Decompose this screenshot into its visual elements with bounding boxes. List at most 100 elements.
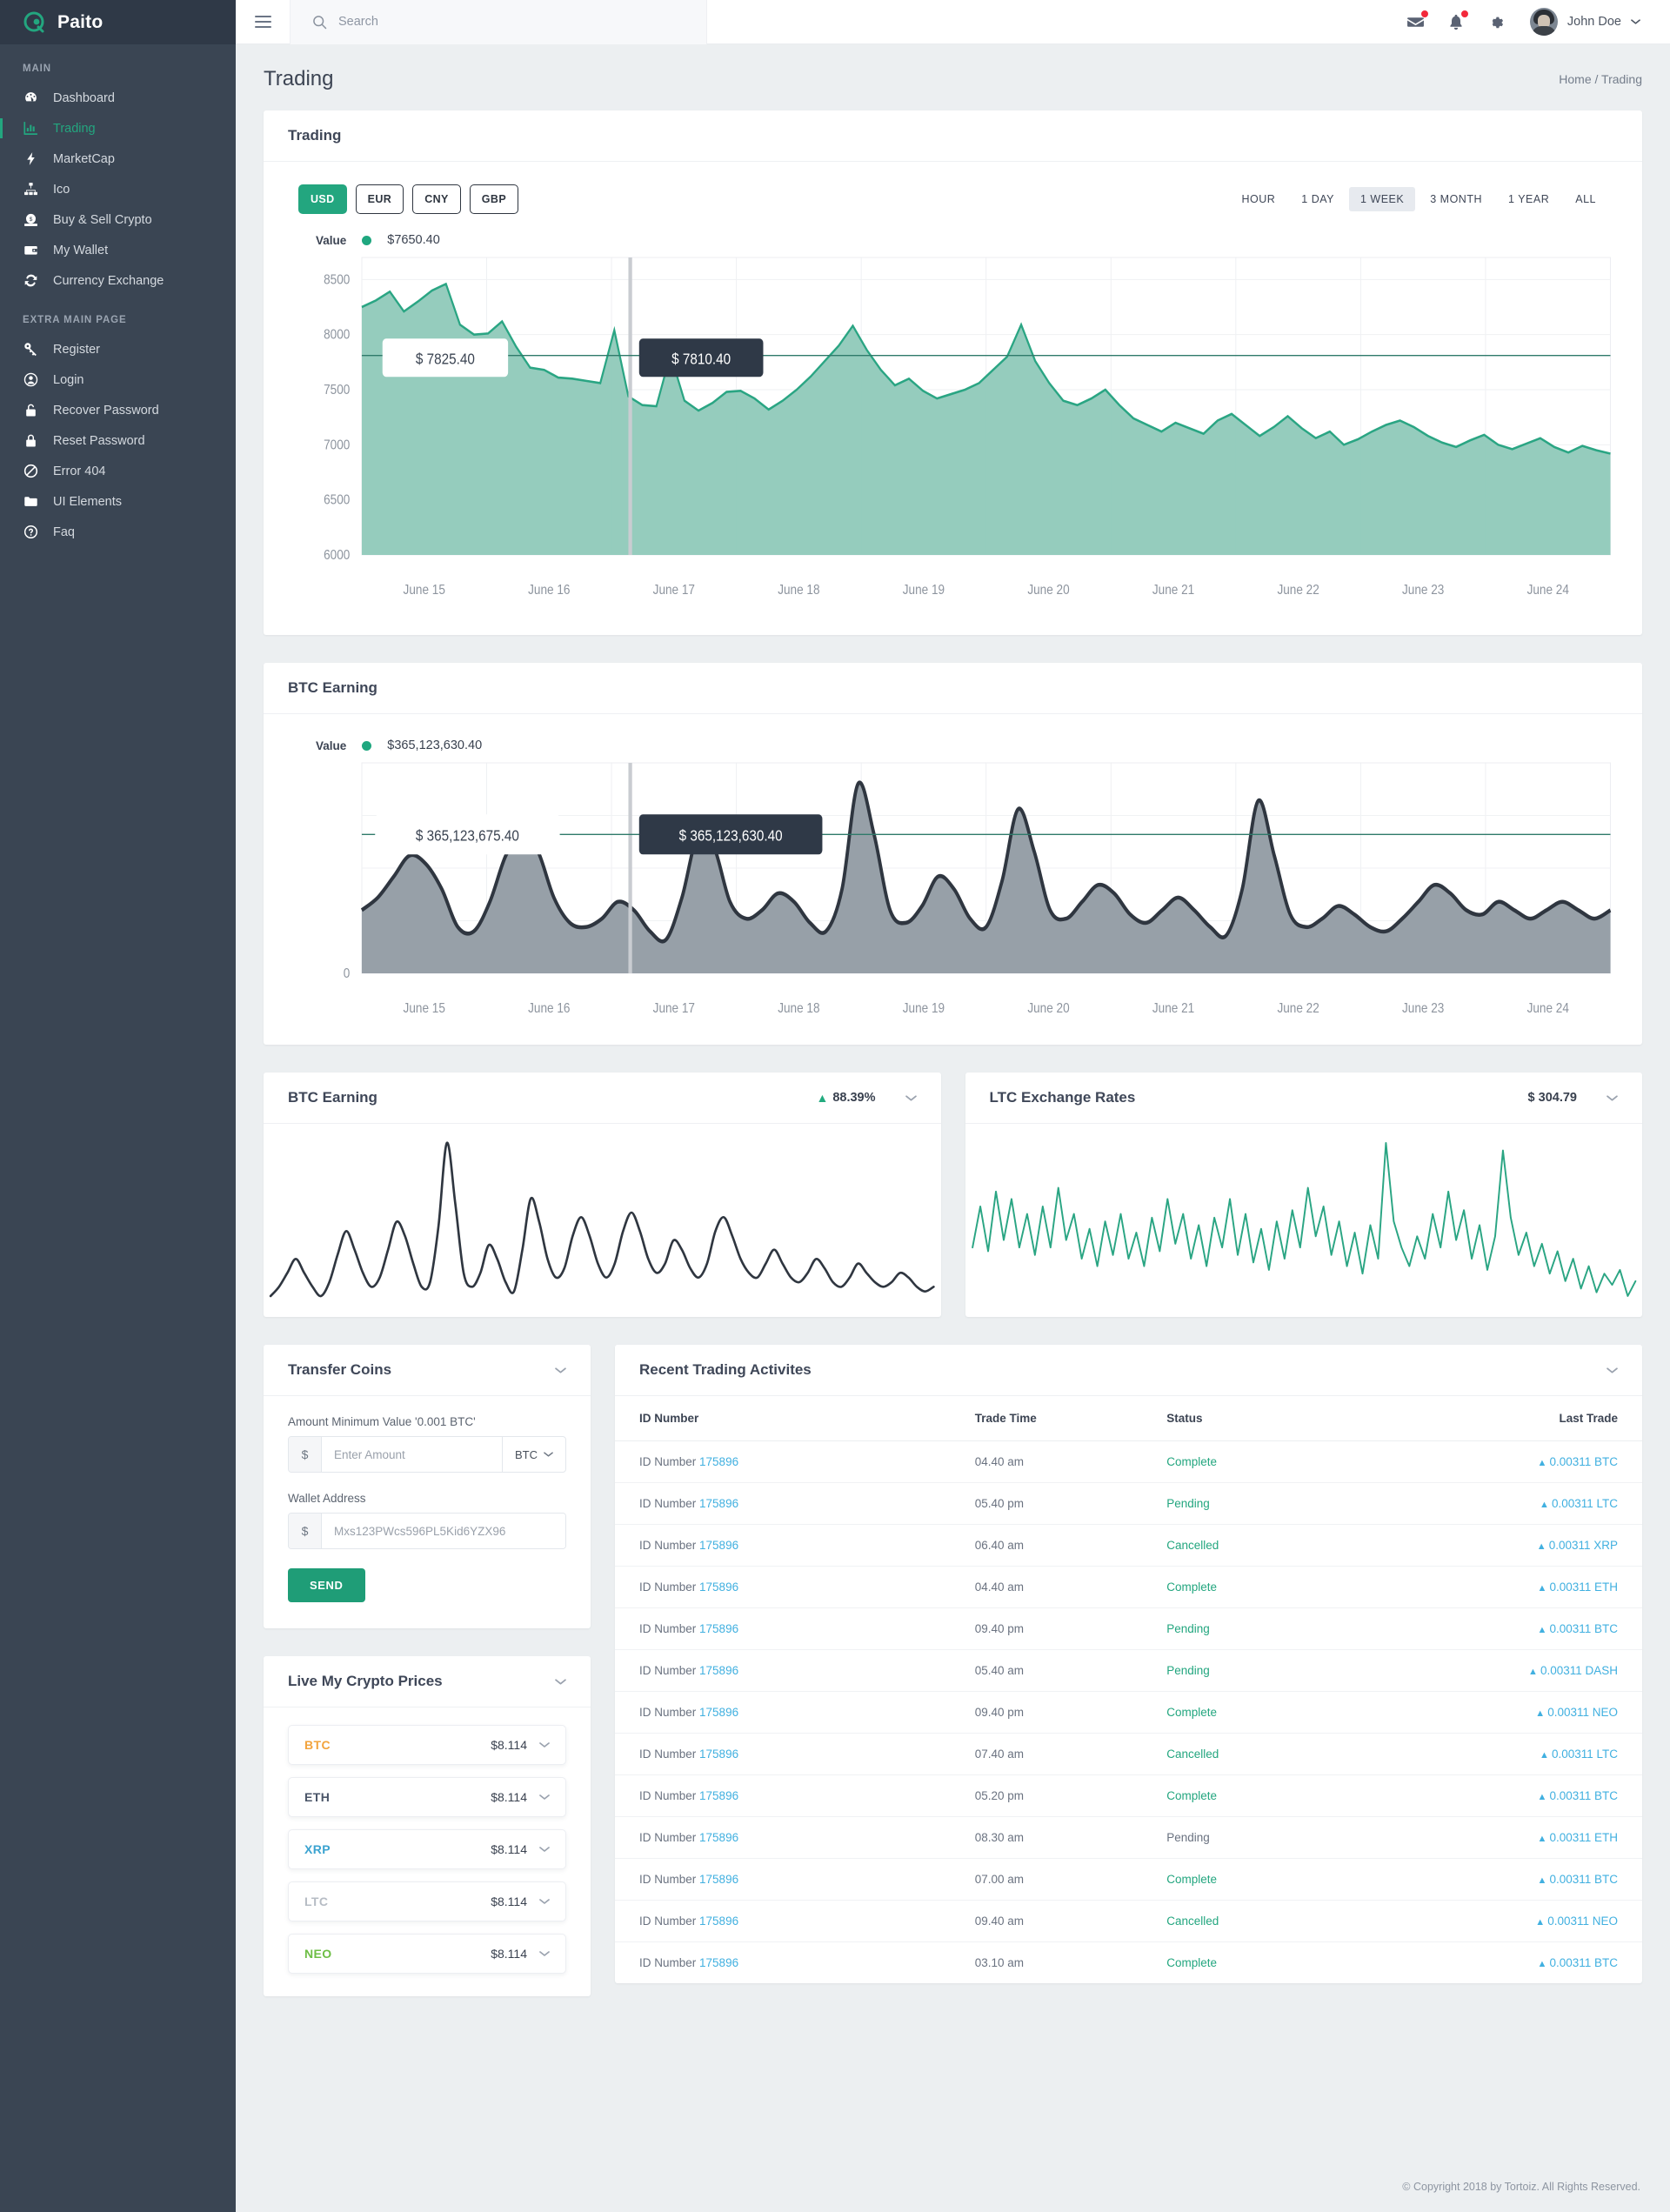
id-link[interactable]: 175896 (699, 1831, 738, 1844)
bell-icon[interactable] (1447, 9, 1469, 31)
currency-cny-button[interactable]: CNY (412, 184, 461, 214)
sidebar-item-trading[interactable]: Trading (0, 113, 236, 144)
table-row[interactable]: ID Number 175896 09.40 pm Pending ▲ 0.00311 … (615, 1607, 1642, 1650)
mail-icon[interactable] (1406, 9, 1429, 31)
currency-eur-button[interactable]: EUR (355, 184, 404, 214)
sidebar-item-marketcap[interactable]: MarketCap (0, 144, 236, 174)
range-3month-button[interactable]: 3 MONTH (1419, 187, 1493, 211)
table-row[interactable]: ID Number 175896 05.40 pm Pending ▲ 0.00311 … (615, 1482, 1642, 1525)
table-row[interactable]: ID Number 175896 08.30 am Pending ▲ 0.00311 … (615, 1816, 1642, 1859)
id-link[interactable]: 175896 (699, 1664, 738, 1677)
sidebar-item-error-404[interactable]: Error 404 (0, 456, 236, 486)
table-row[interactable]: ID Number 175896 09.40 pm Complete ▲ 0.00311… (615, 1691, 1642, 1734)
search-input[interactable] (338, 15, 625, 29)
sidebar-item-dashboard[interactable]: Dashboard (0, 83, 236, 113)
chevron-down-icon[interactable] (1607, 1367, 1618, 1374)
caret-up-icon: ▲ (1537, 1458, 1547, 1468)
chevron-down-icon[interactable] (539, 1846, 550, 1853)
range-hour-button[interactable]: HOUR (1230, 187, 1286, 211)
sidebar-item-login[interactable]: Login (0, 364, 236, 395)
table-row[interactable]: ID Number 175896 07.40 am Cancelled ▲ 0.0031… (615, 1733, 1642, 1775)
sidebar-item-reset-password[interactable]: Reset Password (0, 425, 236, 456)
table-row[interactable]: ID Number 175896 06.40 am Cancelled ▲ 0.0031… (615, 1524, 1642, 1567)
svg-text:June 17: June 17 (653, 1001, 695, 1016)
user-menu[interactable]: John Doe (1529, 8, 1640, 36)
table-row[interactable]: ID Number 175896 05.20 pm Complete ▲ 0.00311… (615, 1774, 1642, 1817)
card-title: Trading (288, 127, 342, 144)
sidebar-item-label: UI Elements (53, 494, 122, 509)
gear-icon[interactable] (1487, 14, 1504, 30)
table-row[interactable]: ID Number 175896 04.40 am Complete ▲ 0.00311… (615, 1440, 1642, 1483)
id-link[interactable]: 175896 (699, 1789, 738, 1802)
chevron-down-icon[interactable] (539, 1794, 550, 1801)
search-bar[interactable] (290, 0, 707, 44)
coin-price: $8.114 (491, 1947, 527, 1961)
sidebar-item-register[interactable]: Register (0, 334, 236, 364)
id-link[interactable]: 175896 (699, 1956, 738, 1969)
card-title: BTC Earning (288, 1089, 377, 1106)
caret-up-icon: ▲ (1537, 1834, 1547, 1844)
svg-text:June 17: June 17 (653, 583, 695, 598)
hamburger-icon[interactable] (236, 0, 290, 44)
sidebar-item-currency-exchange[interactable]: Currency Exchange (0, 265, 236, 296)
tooltip-light: $ 7825.40 (382, 338, 509, 378)
currency-usd-button[interactable]: USD (298, 184, 347, 214)
id-link[interactable]: 175896 (699, 1497, 738, 1510)
coin-select[interactable]: BTC (502, 1437, 565, 1472)
sidebar-item-faq[interactable]: Faq (0, 517, 236, 547)
id-link[interactable]: 175896 (699, 1539, 738, 1552)
range-all-button[interactable]: ALL (1564, 187, 1607, 211)
table-row[interactable]: ID Number 175896 04.40 am Complete ▲ 0.00311… (615, 1566, 1642, 1608)
cell-last-trade: ▲ 0.00311 NEO (1332, 1900, 1642, 1942)
chevron-down-icon[interactable] (539, 1741, 550, 1748)
id-link[interactable]: 175896 (699, 1580, 738, 1594)
trading-value-row: Value $7650.40 (264, 221, 1642, 251)
chevron-down-icon[interactable] (555, 1678, 566, 1686)
table-row[interactable]: ID Number 175896 03.10 am Complete ▲ 0.00311… (615, 1942, 1642, 1984)
svg-text:6500: 6500 (324, 493, 350, 508)
coin-row[interactable]: ETH $8.114 (288, 1777, 566, 1817)
bottom-row: Transfer Coins Amount Minimum Value '0.0… (264, 1345, 1642, 2050)
id-link[interactable]: 175896 (699, 1455, 738, 1468)
coin-row[interactable]: LTC $8.114 (288, 1881, 566, 1921)
table-row[interactable]: ID Number 175896 05.40 am Pending ▲ 0.00311 … (615, 1649, 1642, 1692)
currency-gbp-button[interactable]: GBP (469, 184, 519, 214)
range-group: HOUR 1 DAY 1 WEEK 3 MONTH 1 YEAR ALL (1230, 187, 1607, 211)
svg-text:June 20: June 20 (1027, 583, 1069, 598)
brand[interactable]: Paito (0, 0, 236, 44)
chevron-down-icon[interactable] (539, 1950, 550, 1957)
svg-text:0: 0 (344, 966, 351, 981)
svg-text:8500: 8500 (324, 272, 350, 287)
id-link[interactable]: 175896 (699, 1622, 738, 1635)
coin-row[interactable]: NEO $8.114 (288, 1934, 566, 1974)
coin-row[interactable]: BTC $8.114 (288, 1725, 566, 1765)
range-1year-button[interactable]: 1 YEAR (1497, 187, 1560, 211)
wallet-address-input[interactable] (322, 1514, 565, 1548)
sidebar-item-buy-sell-crypto[interactable]: $ Buy & Sell Crypto (0, 204, 236, 235)
id-link[interactable]: 175896 (699, 1748, 738, 1761)
id-link[interactable]: 175896 (699, 1706, 738, 1719)
amount-input[interactable] (322, 1437, 502, 1472)
id-link[interactable]: 175896 (699, 1873, 738, 1886)
sidebar-item-my-wallet[interactable]: My Wallet (0, 235, 236, 265)
table-header-row: ID Number Trade Time Status Last Trade (615, 1396, 1642, 1441)
chevron-down-icon[interactable] (1607, 1094, 1618, 1102)
sidebar-item-label: Register (53, 342, 100, 357)
chevron-down-icon[interactable] (555, 1367, 566, 1374)
send-button[interactable]: SEND (288, 1568, 365, 1602)
range-1day-button[interactable]: 1 DAY (1290, 187, 1346, 211)
id-link[interactable]: 175896 (699, 1915, 738, 1928)
table-row[interactable]: ID Number 175896 09.40 am Cancelled ▲ 0.0031… (615, 1900, 1642, 1942)
cell-last-trade: ▲ 0.00311 LTC (1332, 1482, 1642, 1525)
coin-row[interactable]: XRP $8.114 (288, 1829, 566, 1869)
chevron-down-icon[interactable] (905, 1094, 917, 1102)
chevron-down-icon[interactable] (539, 1898, 550, 1905)
sidebar-item-recover-password[interactable]: Recover Password (0, 395, 236, 425)
range-1week-button[interactable]: 1 WEEK (1349, 187, 1416, 211)
cell-trade-time: 05.40 am (974, 1649, 1167, 1692)
cell-trade-time: 09.40 pm (974, 1691, 1167, 1734)
sitemap-icon (23, 182, 39, 197)
table-row[interactable]: ID Number 175896 07.00 am Complete ▲ 0.00311… (615, 1858, 1642, 1901)
sidebar-item-ui-elements[interactable]: UI Elements (0, 486, 236, 517)
sidebar-item-ico[interactable]: Ico (0, 174, 236, 204)
